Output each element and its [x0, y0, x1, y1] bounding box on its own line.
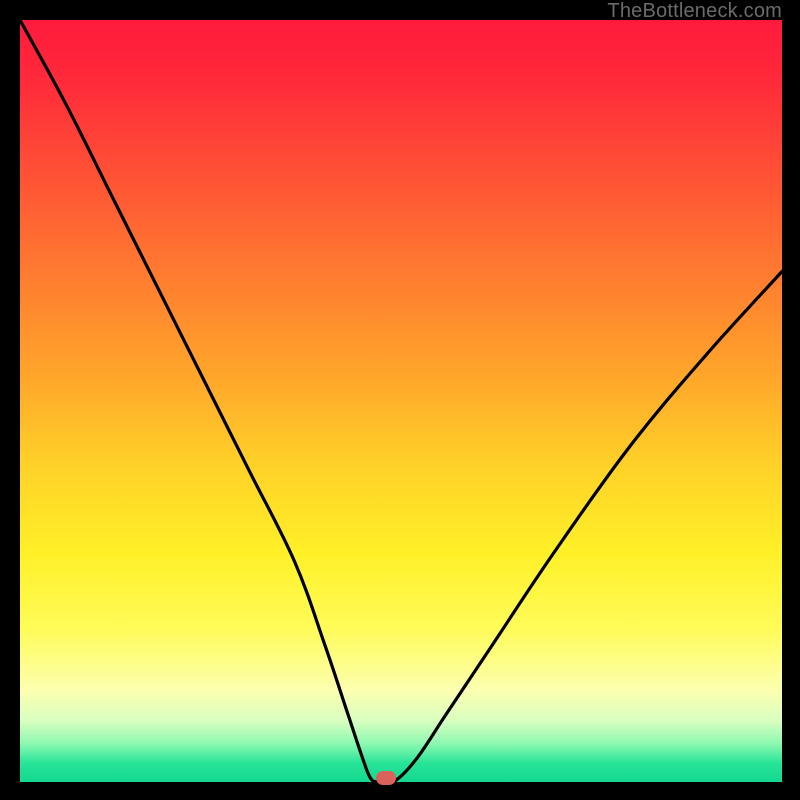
chart-frame: TheBottleneck.com	[0, 0, 800, 800]
bottleneck-curve-svg	[20, 20, 782, 782]
watermark-text: TheBottleneck.com	[607, 0, 782, 23]
marker-dot	[376, 771, 396, 785]
bottleneck-curve	[20, 20, 782, 782]
plot-area	[20, 20, 782, 782]
